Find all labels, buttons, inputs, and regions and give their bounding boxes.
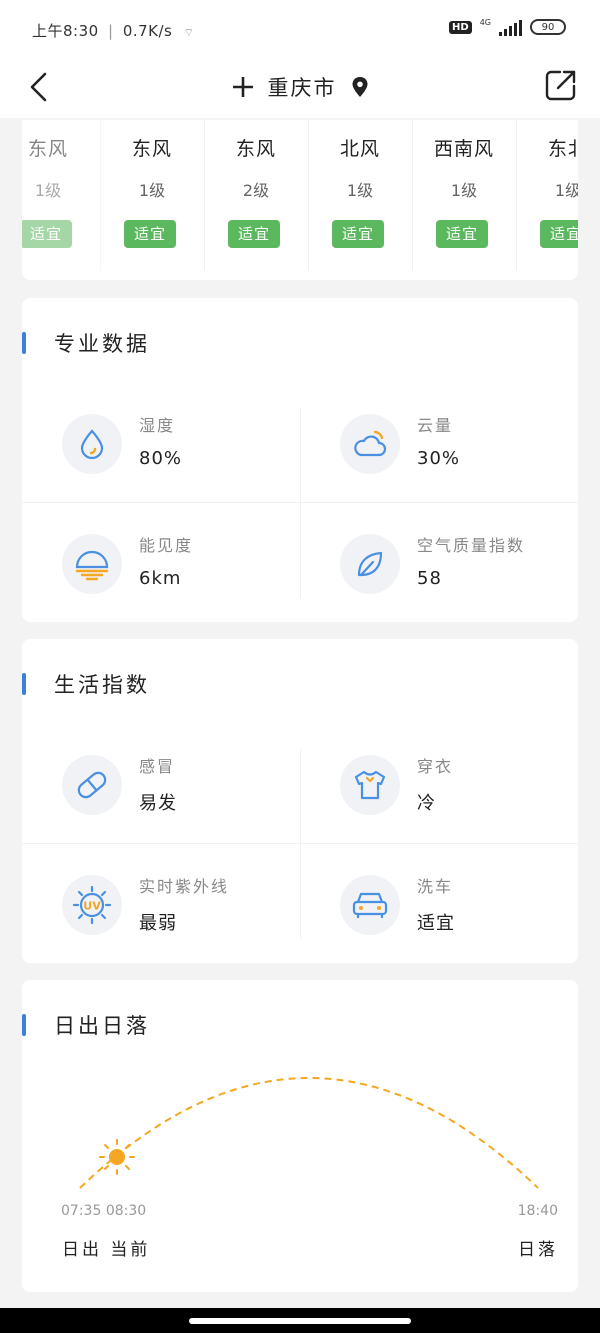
visibility-item[interactable]: 能见度 6km bbox=[22, 504, 300, 624]
uv-index-label: 实时紫外线 bbox=[139, 877, 230, 896]
wind-suitability-tag: 适宜 bbox=[436, 220, 488, 248]
wind-level: 1级 bbox=[138, 181, 166, 200]
wind-level: 1级 bbox=[34, 181, 62, 200]
drop-icon bbox=[62, 414, 122, 474]
wind-level: 2级 bbox=[242, 181, 270, 200]
wind-suitability-tag: 适宜 bbox=[332, 220, 384, 248]
wind-item: 西南风 1级 适宜 bbox=[412, 120, 517, 270]
sunset-time: 18:40 bbox=[517, 1203, 558, 1219]
gesture-bar bbox=[0, 1308, 600, 1333]
cloud-cover-item[interactable]: 云量 30% bbox=[300, 384, 578, 504]
battery-level: 90 bbox=[541, 21, 555, 33]
wind-item: 东风 2级 适宜 bbox=[204, 120, 309, 270]
location-pin-icon bbox=[352, 77, 367, 97]
city-name: 重庆市 bbox=[267, 76, 337, 100]
wind-direction: 东风 bbox=[131, 138, 172, 160]
pill-icon bbox=[62, 755, 122, 815]
wifi-icon: ⌔ bbox=[183, 26, 195, 39]
status-bar: 上午8:30 | 0.7K/s ⌔ HD 4G 90 bbox=[0, 0, 600, 60]
visibility-value: 6km bbox=[139, 568, 182, 589]
cold-index-label: 感冒 bbox=[139, 757, 176, 776]
sunset-label: 日落 bbox=[518, 1240, 558, 1260]
wind-suitability-tag: 适宜 bbox=[22, 220, 72, 248]
wind-item: 东北 1级 适宜 bbox=[516, 120, 578, 270]
wind-direction: 东北 bbox=[547, 138, 578, 160]
section-title: 生活指数 bbox=[54, 673, 150, 697]
dressing-index-value: 冷 bbox=[417, 793, 436, 814]
sun-icon bbox=[99, 1139, 135, 1175]
wind-level: 1级 bbox=[346, 181, 374, 200]
wind-item: 东风 1级 适宜 bbox=[22, 120, 101, 270]
professional-data-card: 专业数据 湿度 80% 云量 30% 能见度 6km 空气质量指数 58 bbox=[22, 298, 578, 622]
air-quality-item[interactable]: 空气质量指数 58 bbox=[300, 504, 578, 624]
section-title: 专业数据 bbox=[54, 332, 150, 356]
section-accent-bar bbox=[22, 673, 26, 695]
battery-icon: 90 bbox=[530, 19, 566, 35]
cold-index-item[interactable]: 感冒 易发 bbox=[22, 725, 300, 845]
current-label: 当前 bbox=[110, 1240, 151, 1260]
dressing-index-label: 穿衣 bbox=[417, 757, 454, 776]
sunrise-sunset-card: 日出日落 07:35 08:30 18:40 日出 当前 日落 bbox=[22, 980, 578, 1292]
signal-icon bbox=[499, 18, 522, 36]
wind-suitability-tag: 适宜 bbox=[124, 220, 176, 248]
wind-item: 东风 1级 适宜 bbox=[100, 120, 205, 270]
current-time: 08:30 bbox=[105, 1203, 147, 1219]
wind-direction: 东风 bbox=[27, 138, 68, 160]
shirt-icon bbox=[340, 755, 400, 815]
car-wash-value: 适宜 bbox=[417, 913, 455, 934]
wind-suitability-tag: 适宜 bbox=[540, 220, 578, 248]
city-selector[interactable]: 重庆市 bbox=[0, 72, 600, 102]
home-indicator[interactable] bbox=[189, 1318, 411, 1324]
share-icon[interactable] bbox=[544, 68, 578, 102]
wind-direction: 北风 bbox=[339, 138, 380, 160]
add-city-icon[interactable] bbox=[232, 76, 254, 98]
car-wash-label: 洗车 bbox=[417, 877, 454, 896]
air-quality-value: 58 bbox=[417, 568, 442, 589]
app-header: 重庆市 bbox=[0, 60, 600, 118]
visibility-icon bbox=[62, 534, 122, 594]
cloud-cover-value: 30% bbox=[417, 448, 461, 469]
air-quality-label: 空气质量指数 bbox=[417, 536, 526, 555]
life-index-card: 生活指数 感冒 易发 穿衣 冷 UV 实时紫外线 最弱 洗车 适宜 bbox=[22, 639, 578, 963]
humidity-value: 80% bbox=[139, 448, 183, 469]
cloud-cover-label: 云量 bbox=[417, 416, 454, 435]
status-speed: 0.7K/s bbox=[122, 22, 173, 40]
network-label: 4G bbox=[479, 18, 491, 27]
uv-icon: UV bbox=[62, 875, 122, 935]
sunrise-label: 日出 bbox=[62, 1240, 102, 1260]
cloud-icon bbox=[340, 414, 400, 474]
cold-index-value: 易发 bbox=[139, 793, 177, 814]
wind-item: 北风 1级 适宜 bbox=[308, 120, 413, 270]
car-icon bbox=[340, 875, 400, 935]
sunrise-time: 07:35 bbox=[61, 1203, 102, 1219]
section-accent-bar bbox=[22, 332, 26, 354]
wind-direction: 东风 bbox=[235, 138, 276, 160]
car-wash-item[interactable]: 洗车 适宜 bbox=[300, 845, 578, 965]
status-time: 上午8:30 bbox=[32, 22, 99, 40]
wind-forecast-strip[interactable]: 东风 1级 适宜 东风 1级 适宜 东风 2级 适宜 北风 1级 适宜 西南风 … bbox=[22, 120, 578, 280]
uv-index-item[interactable]: UV 实时紫外线 最弱 bbox=[22, 845, 300, 965]
leaf-icon bbox=[340, 534, 400, 594]
uv-index-value: 最弱 bbox=[139, 913, 177, 934]
wind-suitability-tag: 适宜 bbox=[228, 220, 280, 248]
dressing-index-item[interactable]: 穿衣 冷 bbox=[300, 725, 578, 845]
humidity-item[interactable]: 湿度 80% bbox=[22, 384, 300, 504]
humidity-label: 湿度 bbox=[139, 416, 176, 435]
visibility-label: 能见度 bbox=[139, 536, 194, 555]
wind-level: 1级 bbox=[450, 181, 478, 200]
svg-text:UV: UV bbox=[83, 900, 101, 913]
wind-level: 1级 bbox=[554, 181, 578, 200]
hd-badge: HD bbox=[449, 20, 472, 34]
wind-direction: 西南风 bbox=[433, 138, 494, 160]
